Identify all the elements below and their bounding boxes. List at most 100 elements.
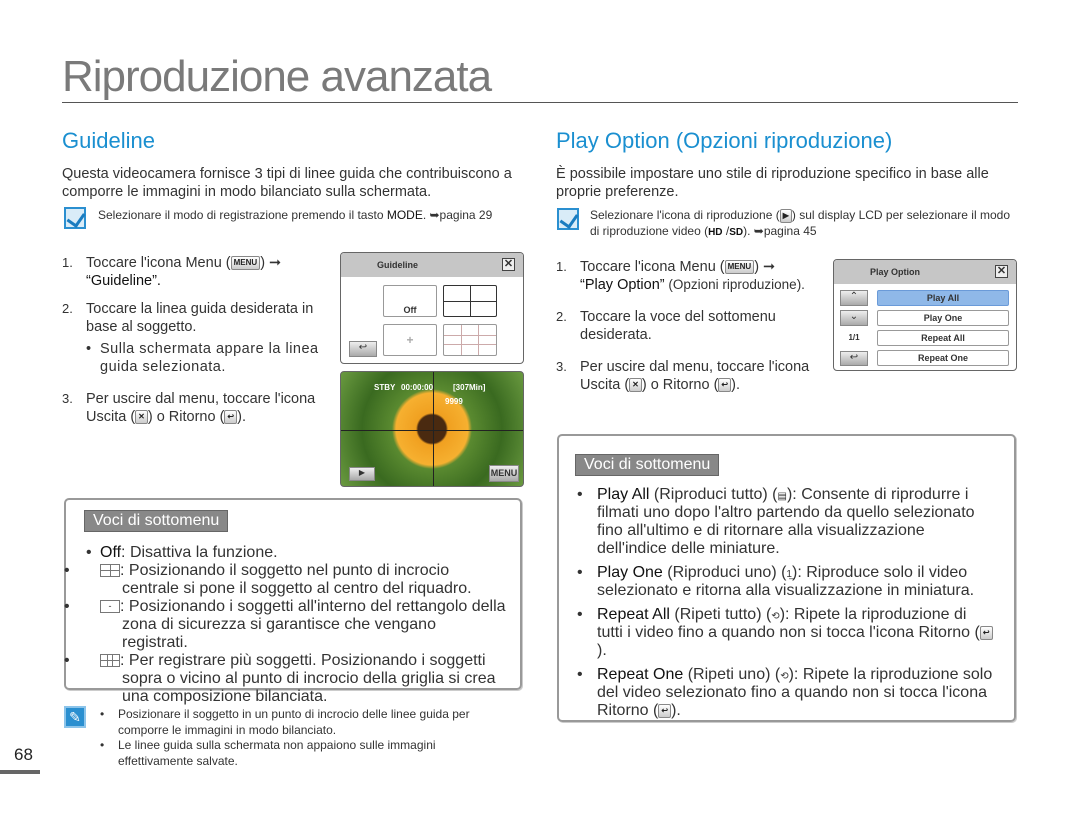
item-text: (Ripeti tutto) ( [669, 606, 772, 623]
note-text: ). ➥pagina 45 [743, 223, 817, 238]
guideline-v [433, 372, 434, 486]
step-number: 3. [556, 359, 567, 374]
scroll-down-button[interactable]: ⌄ [840, 310, 868, 326]
return-icon: ↩ [718, 378, 732, 393]
step-text: ) o Ritorno ( [147, 409, 225, 425]
lcd-header: Guideline ✕ [341, 253, 523, 277]
submenu-item-off: Off: Disattiva la funzione. [86, 544, 506, 562]
option-off[interactable]: Off [383, 285, 437, 317]
play-option-heading: Play Option (Opzioni riproduzione) [556, 128, 893, 153]
item-text: : Posizionando i soggetti all'interno de… [120, 598, 506, 651]
play-all-icon: ▤ [777, 491, 787, 502]
return-icon: ↩ [224, 410, 238, 425]
submenu-item-repeat-one: Repeat One (Ripeti uno) (⟲): Ripete la r… [577, 666, 996, 720]
step-term: “Guideline”. [86, 273, 161, 289]
repeat-all-icon: ⟲ [771, 611, 780, 622]
item-text: : Per registrare più soggetti. Posiziona… [120, 652, 496, 705]
note-text: Selezionare l'icona di riproduzione ( [590, 208, 780, 222]
item-term: Off [100, 544, 122, 561]
item-term: Repeat One [597, 666, 684, 683]
lcd-header: Play Option ✕ [834, 260, 1016, 284]
check-icon [64, 207, 86, 234]
safety-zone-icon: - [100, 600, 120, 614]
submenu-label: Voci di sottomenu [84, 510, 229, 532]
return-icon: ↩ [979, 625, 993, 640]
menu-icon: MENU [724, 260, 755, 275]
item-text: (Riproduci uno) ( [662, 564, 787, 581]
step: 1. Toccare l'icona Menu (MENU) ➞ “Play Opt… [556, 258, 818, 294]
submenu-item-repeat-all: Repeat All (Ripeti tutto) (⟲): Ripete la… [577, 606, 996, 660]
option-repeat-one[interactable]: Repeat One [877, 350, 1009, 366]
option-grid[interactable] [443, 324, 497, 356]
repeat-one-icon: ⟲ [780, 671, 789, 682]
item-term: Play One [597, 564, 663, 581]
page-tab [0, 770, 40, 774]
step-text: ). [731, 377, 740, 393]
item-term: Play All [597, 486, 650, 503]
option-repeat-all[interactable]: Repeat All [877, 330, 1009, 346]
menu-button[interactable]: MENU [489, 465, 519, 482]
scroll-up-button[interactable]: ⌃ [840, 290, 868, 306]
option-play-one[interactable]: Play One [877, 310, 1009, 326]
step-sub: Sulla schermata appare la linea guida se… [86, 340, 324, 376]
play-button[interactable]: ▶ [349, 467, 375, 481]
play-icon: ▶ [779, 208, 792, 223]
return-button[interactable]: ↩ [840, 351, 868, 366]
return-button[interactable]: ↩ [349, 341, 377, 357]
item-text: ). [597, 642, 607, 659]
step-text: Toccare la linea guida desiderata in bas… [86, 301, 314, 335]
step-text: ) ➞ [754, 259, 776, 275]
hd-icon: HD [708, 226, 723, 238]
guideline-h [341, 430, 523, 431]
guideline-intro: Questa videocamera fornisce 3 tipi di li… [62, 166, 512, 200]
close-icon[interactable]: ✕ [502, 258, 515, 271]
submenu-label: Voci di sottomenu [575, 454, 720, 476]
item-text: ). [671, 702, 681, 719]
item-text: : Disattiva la funzione. [121, 544, 278, 561]
step-text: ). [237, 409, 246, 425]
submenu-item-cross: : Posizionando il soggetto nel punto di … [86, 562, 506, 598]
step-text: Toccare la voce del sottomenu desiderata… [580, 309, 776, 343]
guideline-notes: Posizionare il soggetto in un punto di i… [100, 707, 510, 769]
play-option-intro: È possibile impostare uno stile di ripro… [556, 166, 989, 200]
exit-icon: ✕ [135, 410, 148, 425]
item-text: (Ripeti uno) ( [683, 666, 781, 683]
camera-preview: STBY 00:00:00 [307Min] 9999 ▶ MENU [340, 371, 524, 487]
remaining-time: [307Min] [453, 383, 486, 392]
item-text: (Riproduci tutto) ( [649, 486, 778, 503]
submenu-item-play-all: Play All (Riproduci tutto) (▤): Consente… [577, 486, 996, 558]
note-pencil-icon: ✎ [64, 706, 86, 728]
guideline-note: Selezionare il modo di registrazione pre… [98, 208, 528, 224]
step-text: (Opzioni riproduzione). [664, 277, 805, 292]
check-icon [557, 208, 579, 235]
note-text: Selezionare il modo di registrazione pre… [98, 208, 387, 222]
lcd-title: Guideline [377, 260, 419, 270]
step-text: ) o Ritorno ( [641, 377, 719, 393]
note-item: Posizionare il soggetto in un punto di i… [100, 707, 510, 738]
close-icon[interactable]: ✕ [995, 265, 1008, 278]
step-number: 1. [62, 255, 73, 270]
status-text: STBY [374, 383, 396, 392]
time-counter: 00:00:00 [401, 383, 434, 392]
grid-guide-icon [100, 654, 120, 668]
step-text: Toccare l'icona Menu ( [86, 255, 231, 271]
step: 2. Toccare la linea guida desiderata in b… [62, 300, 324, 376]
step-text: Toccare l'icona Menu ( [580, 259, 725, 275]
option-play-all[interactable]: Play All [877, 290, 1009, 306]
page-title: Riproduzione avanzata [62, 52, 492, 101]
lcd-title: Play Option [870, 267, 921, 277]
submenu-item-safety: -: Posizionando i soggetti all'interno d… [86, 598, 506, 652]
item-text: : Posizionando il soggetto nel punto di … [120, 562, 472, 597]
step-term: “Play Option” [580, 277, 665, 293]
step-number: 2. [62, 301, 73, 316]
sd-icon: SD [729, 226, 744, 238]
step-number: 3. [62, 391, 73, 406]
option-cross[interactable] [443, 285, 497, 317]
option-safety-zone[interactable]: + [383, 324, 437, 356]
note-text: . ➥pagina 29 [422, 208, 493, 222]
cross-guide-icon [100, 564, 120, 578]
divider [62, 102, 1018, 103]
step: 2. Toccare la voce del sottomenu desidera… [556, 308, 818, 344]
guideline-submenu-box: Voci di sottomenu Off: Disattiva la funz… [64, 498, 522, 705]
step: 3. Per uscire dal menu, toccare l'icona U… [556, 358, 818, 394]
